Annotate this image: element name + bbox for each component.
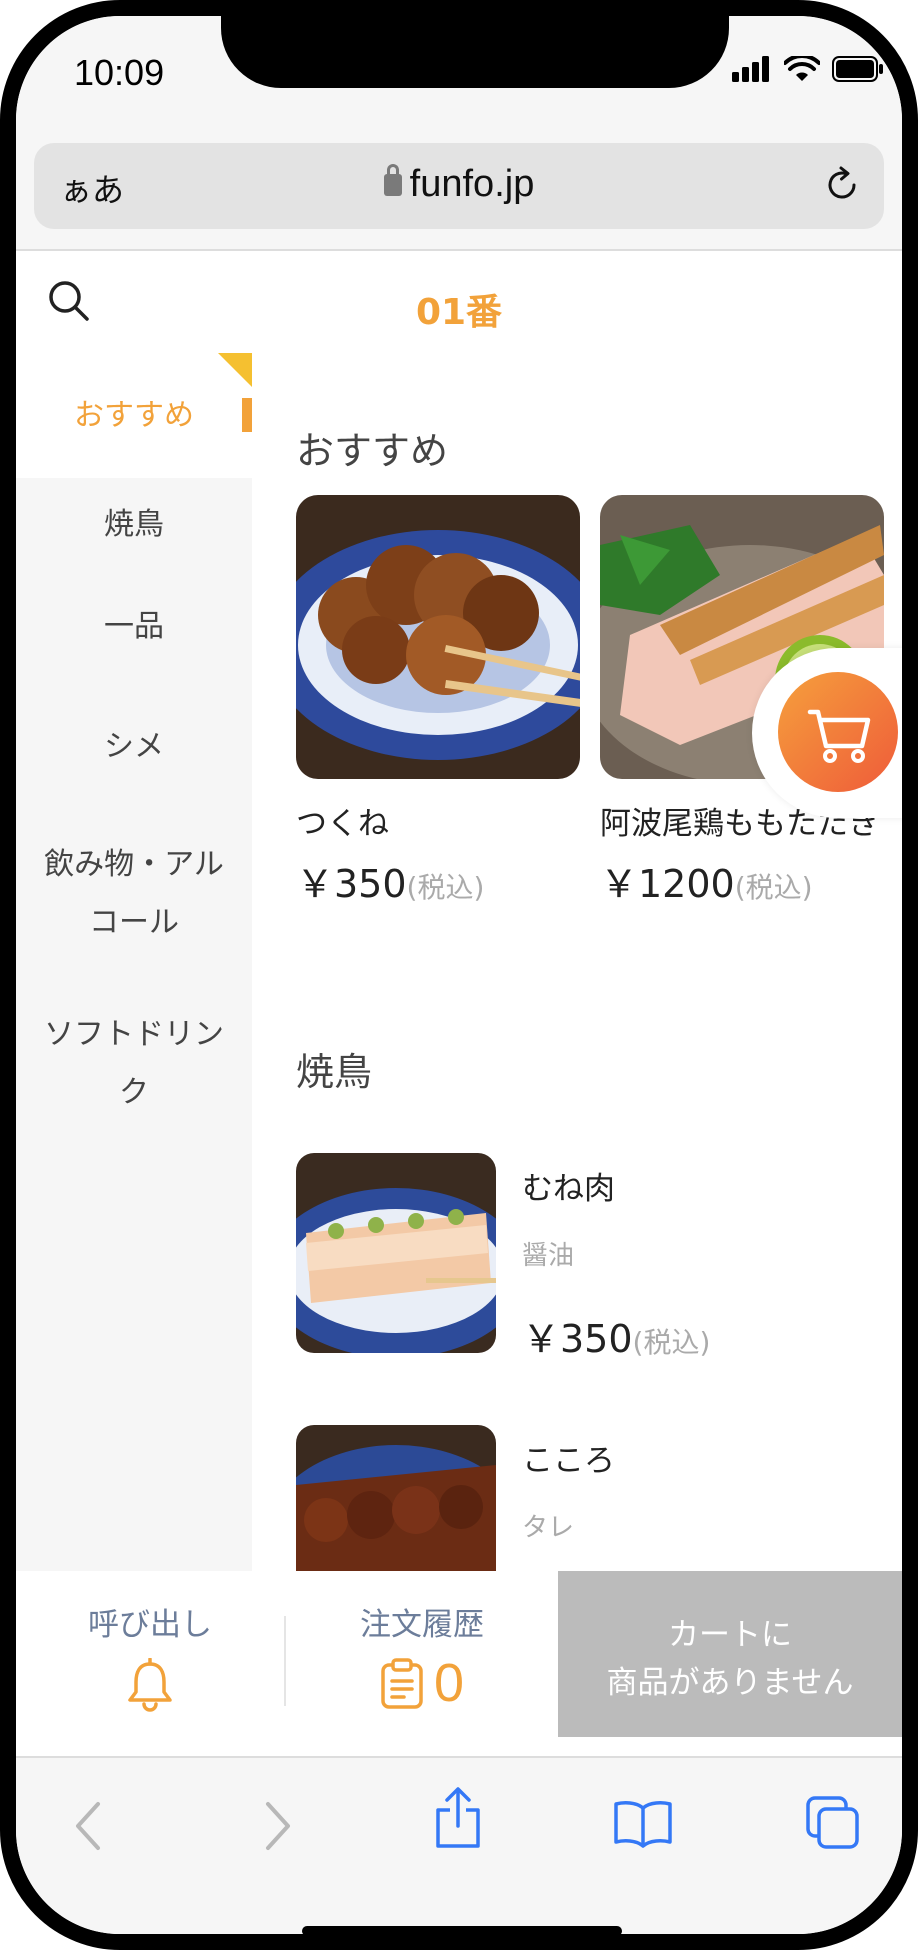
category-yakitori[interactable]: 焼鳥: [16, 478, 252, 598]
cart-status-line1: カートに: [668, 1617, 792, 1653]
reload-icon[interactable]: [822, 165, 862, 205]
url-host-wrap: funfo.jp: [34, 163, 884, 206]
menu-item[interactable]: こころ タレ: [296, 1425, 896, 1571]
browser-toolbar: [16, 1756, 902, 1934]
category-shime[interactable]: シメ: [16, 718, 252, 836]
item-photo: [296, 495, 580, 779]
order-history-button[interactable]: 注文履歴 0: [286, 1571, 558, 1756]
call-staff-button[interactable]: 呼び出し: [16, 1571, 284, 1756]
lock-icon: [383, 164, 402, 196]
clipboard-icon: [381, 1658, 423, 1709]
menu-content: おすすめ つくね ￥350(税込) 阿波尾鶏ももたたき ￥1200(税込) 焼鳥…: [252, 353, 902, 1571]
history-count-wrap: 0: [286, 1652, 558, 1714]
item-description: タレ: [522, 1513, 575, 1543]
category-label: 飲み物・アルコール: [44, 847, 224, 940]
item-price-line: ￥350(税込): [522, 1308, 710, 1363]
cart-status-button[interactable]: カートに 商品がありません: [558, 1571, 902, 1737]
history-label: 注文履歴: [360, 1607, 484, 1643]
table-number: 01番: [415, 292, 503, 333]
item-tax: (税込): [632, 1326, 711, 1359]
category-soft-drink[interactable]: ソフトドリンク: [16, 1006, 252, 1136]
item-name: こころ: [522, 1443, 615, 1479]
bell-icon: [128, 1657, 172, 1712]
category-ippin[interactable]: 一品: [16, 598, 252, 718]
signal-icon: [732, 56, 769, 82]
category-label: シメ: [104, 729, 164, 764]
item-price-line: ￥1200(税込): [600, 853, 884, 908]
item-name: むね肉: [522, 1171, 615, 1207]
status-icons: [732, 56, 884, 82]
call-label: 呼び出し: [88, 1607, 212, 1643]
recommended-item[interactable]: つくね ￥350(税込): [296, 495, 580, 908]
address-bar[interactable]: ぁあ funfo.jp: [34, 143, 884, 229]
category-recommended[interactable]: おすすめ: [16, 353, 252, 478]
battery-icon: [832, 56, 883, 82]
active-indicator: [242, 398, 252, 432]
status-time: 10:09: [74, 52, 165, 93]
browser-url-area: ぁあ funfo.jp: [16, 131, 902, 251]
action-bar: 呼び出し 注文履歴 0 カートに 商品がありません: [16, 1571, 902, 1756]
item-description: 醤油: [522, 1241, 575, 1271]
back-icon[interactable]: [68, 1798, 108, 1854]
item-photo: [296, 1153, 496, 1353]
cart-icon: [807, 709, 871, 763]
active-flag: [218, 353, 252, 387]
item-price: ￥350: [296, 862, 407, 906]
category-label: 焼鳥: [104, 507, 164, 542]
item-tax: (税込): [406, 871, 485, 904]
item-price-line: ￥350(税込): [296, 853, 580, 908]
item-tax: (税込): [734, 871, 813, 904]
forward-icon[interactable]: [258, 1798, 298, 1854]
item-name: つくね: [296, 806, 389, 842]
section-title-yakitori: 焼鳥: [296, 1050, 373, 1094]
bookmarks-icon[interactable]: [612, 1798, 674, 1850]
cart-circle: [778, 672, 898, 792]
notch: [221, 16, 729, 88]
category-label: ソフトドリンク: [44, 1017, 224, 1110]
item-price: ￥1200: [600, 862, 735, 906]
item-photo: [296, 1425, 496, 1571]
category-label: おすすめ: [74, 398, 194, 433]
tabs-icon[interactable]: [804, 1794, 862, 1852]
history-count: 0: [433, 1653, 465, 1713]
section-title-recommended: おすすめ: [296, 429, 449, 473]
menu-item[interactable]: むね肉 醤油 ￥350(税込): [296, 1153, 896, 1361]
category-alcohol[interactable]: 飲み物・アルコール: [16, 836, 252, 1006]
app-header: 01番: [16, 253, 902, 353]
category-label: 一品: [104, 609, 164, 644]
url-host: funfo.jp: [409, 163, 535, 205]
item-price: ￥350: [522, 1317, 633, 1361]
phone-frame: 10:09 ぁあ funfo.jp 01番 おすすめ 焼鳥 一品 シメ 飲み物・…: [0, 0, 918, 1950]
home-indicator: [302, 1926, 622, 1934]
wifi-icon: [784, 56, 820, 81]
cart-status-line2: 商品がありません: [606, 1665, 854, 1701]
category-sidebar: おすすめ 焼鳥 一品 シメ 飲み物・アルコール ソフトドリンク: [16, 353, 252, 1571]
share-icon[interactable]: [432, 1786, 484, 1850]
